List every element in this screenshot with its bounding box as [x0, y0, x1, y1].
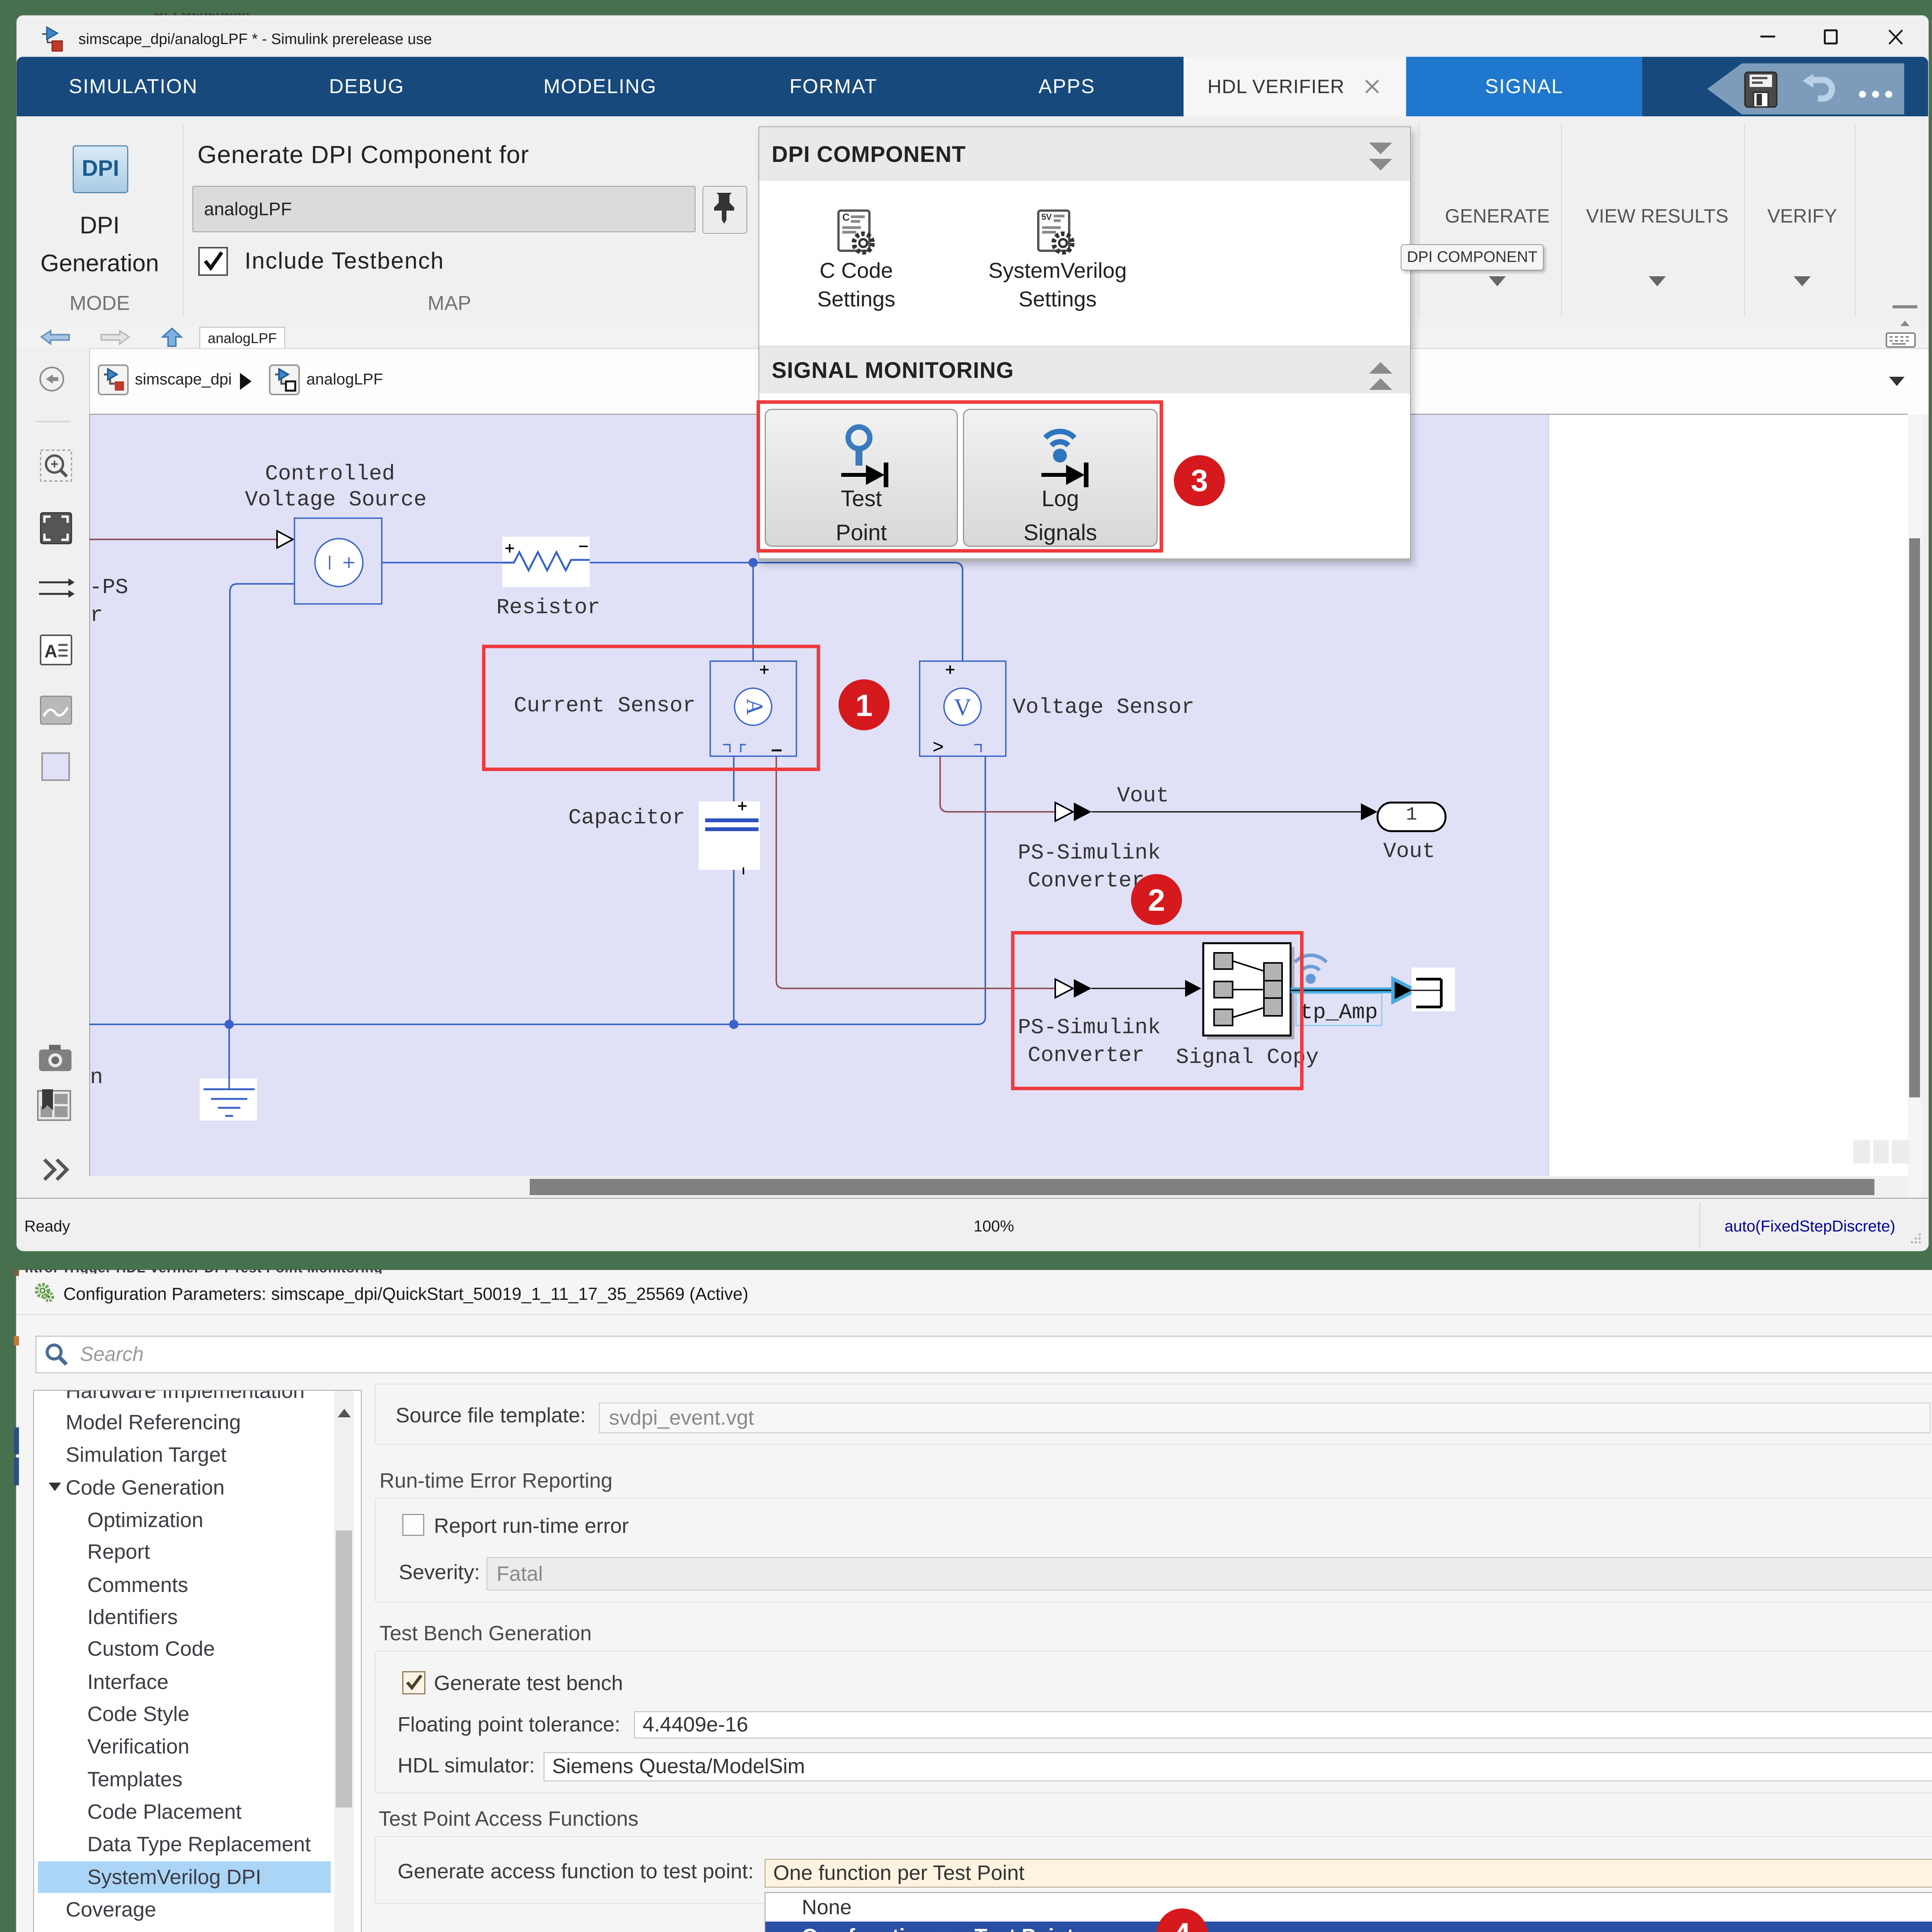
svg-text:1: 1 [855, 688, 873, 723]
svg-text:5V: 5V [1041, 212, 1052, 222]
svg-text:Voltage Sensor: Voltage Sensor [1013, 695, 1194, 719]
svg-text:Controlled: Controlled [265, 461, 395, 486]
svg-text:>: > [932, 737, 944, 759]
svg-text:Vout: Vout [1117, 783, 1169, 808]
svg-text:PS-Simulink: PS-Simulink [1018, 1015, 1161, 1040]
svg-text:PS-Simulink: PS-Simulink [1018, 840, 1161, 865]
svg-text:tp_Amp: tp_Amp [1300, 1000, 1378, 1025]
svg-text:V: V [954, 694, 971, 721]
svg-text:2: 2 [1148, 883, 1165, 917]
svg-text:1: 1 [1406, 804, 1417, 825]
svg-text:A: A [742, 698, 767, 715]
svg-text:Vout: Vout [1383, 839, 1435, 864]
svg-text:Signal Copy: Signal Copy [1176, 1045, 1319, 1070]
svg-text:Current Sensor: Current Sensor [514, 693, 696, 718]
svg-text:Capacitor: Capacitor [568, 805, 685, 830]
svg-text:Resistor: Resistor [497, 595, 600, 620]
svg-text:Voltage Source: Voltage Source [245, 487, 427, 512]
svg-text:Converter: Converter [1028, 1043, 1145, 1068]
svg-text:C: C [842, 211, 850, 223]
svg-text:n: n [90, 1065, 103, 1090]
svg-text:-PS: -PS [89, 575, 128, 600]
svg-text:A: A [44, 641, 57, 661]
svg-text:Converter: Converter [1028, 868, 1145, 893]
svg-text:r: r [90, 603, 103, 628]
